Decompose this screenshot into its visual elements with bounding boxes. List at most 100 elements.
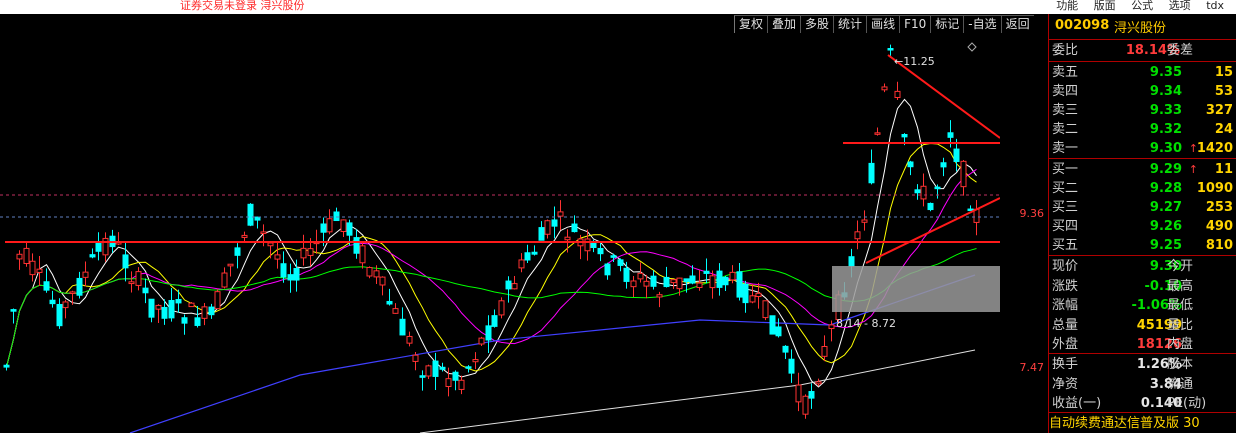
candle-body [491,315,498,327]
candle-body [551,219,558,227]
candle-body [425,365,432,377]
candle-body [274,254,281,260]
candle-body [95,241,102,252]
candle-body [782,345,789,353]
chart-toolbar: 复权 叠加 多股 统计 画线 F10 标记 -自选 返回 [734,15,1034,34]
menu-layout[interactable]: 版面 [1094,0,1116,12]
candle-body [175,299,182,304]
candle-body [128,281,135,285]
candle-body [155,304,162,310]
stock-code: 002098 [1055,18,1110,33]
ask-volume: 327 [1205,103,1233,118]
candle-body [788,358,795,374]
candle-body [604,263,611,276]
candle-body [557,211,564,217]
range-box[interactable] [832,266,1000,312]
candle-body [359,245,366,264]
candle-body [544,220,551,235]
ask-volume: 24 [1214,122,1233,137]
candle-body [914,189,921,194]
menu-formula[interactable]: 公式 [1131,0,1153,12]
stat-label: 涨幅 [1052,298,1079,313]
ask-row[interactable]: 卖五 9.35 15 [1049,63,1236,82]
candle-body [505,280,512,290]
candle-body [683,278,690,283]
panel-separator [1049,39,1236,40]
candle-body [940,162,947,168]
bid-price: 9.27 [1149,200,1182,215]
candle-body [445,378,452,388]
mark-button[interactable]: 标记 [930,15,964,33]
candle-body [188,302,195,308]
ask-price: 9.34 [1149,84,1182,99]
candle-body [208,306,215,316]
statistics-button[interactable]: 统计 [833,15,867,33]
ask-volume: 53 [1214,84,1233,99]
candle-body [10,309,17,312]
candlestick-chart[interactable]: ←11.25 8.14 - 8.72 [0,35,1000,433]
bid-volume: 253 [1205,200,1233,215]
f10-button[interactable]: F10 [899,15,931,33]
candle-body [326,218,333,233]
bid-label: 买三 [1052,200,1079,215]
quote-panel: 002098 浔兴股份 委比 18.14% 委差 卖五 9.35 15 卖四 9.34 5… [1049,14,1236,433]
candle-body [518,259,525,269]
candle-body [3,364,10,368]
stat2-label2: 流通 [1167,376,1194,392]
ma5-line [6,98,977,388]
candle-body [762,300,769,319]
candle-body [293,267,300,281]
candle-body [564,236,571,241]
bid-row[interactable]: 买一 9.29 11 ↑ [1049,160,1236,179]
stat-label: 外盘 [1052,337,1079,352]
candle-body [148,298,155,318]
candle-body [821,345,828,357]
ask-row[interactable]: 卖三 9.33 327 [1049,101,1236,120]
menu-function[interactable]: 功能 [1056,0,1078,12]
candle-body [709,275,716,289]
multi-stock-button[interactable]: 多股 [800,15,834,33]
candle-body [795,384,802,403]
ask-label: 卖一 [1052,141,1079,156]
candle-body [412,354,419,362]
draw-line-button[interactable]: 画线 [866,15,900,33]
bid-row[interactable]: 买三 9.27 253 [1049,198,1236,217]
candle-body [234,247,241,256]
menu-tdx[interactable]: tdx [1206,0,1224,12]
price-axis: 9.36 7.47 [1000,35,1048,433]
stat2-label2: PE(动) [1167,396,1207,411]
candle-body [478,337,485,345]
menu-options[interactable]: 选项 [1169,0,1191,12]
candle-body [947,132,954,138]
stat2-row: 换手 1.26% 股本 [1049,355,1236,374]
stat-row: 涨跌 -0.10 最高 [1049,277,1236,296]
bid-row[interactable]: 买二 9.28 1090 [1049,179,1236,198]
candle-body [379,276,386,286]
candle-body [56,303,63,327]
panel-separator [1049,412,1236,413]
login-status-text: 证券交易未登录 浔兴股份 [180,0,305,12]
weicha-label: 委差 [1167,43,1194,58]
candle-body [135,271,142,286]
diamond-icon[interactable] [967,42,977,52]
back-button[interactable]: 返回 [1000,15,1034,33]
ask-row[interactable]: 卖一 9.30 1420 ↑ [1049,139,1236,158]
stat2-label: 收益(一) [1052,396,1102,411]
candle-body [881,86,888,91]
ask-row[interactable]: 卖二 9.32 24 [1049,120,1236,139]
stat-row: 涨幅 -1.06% 最低 [1049,296,1236,315]
bid-label: 买二 [1052,181,1079,196]
remove-watchlist-button[interactable]: -自选 [963,15,1001,33]
candle-body [62,301,69,309]
bid-row[interactable]: 买四 9.26 490 [1049,217,1236,236]
ask-row[interactable]: 卖四 9.34 53 [1049,82,1236,101]
fuquan-button[interactable]: 复权 [734,15,768,33]
top-status-bar: 证券交易未登录 浔兴股份 功能 版面 公式 选项 tdx [0,0,1236,14]
candle-body [716,270,723,288]
stat2-label: 净资 [1052,376,1079,392]
overlay-button[interactable]: 叠加 [767,15,801,33]
candle-body [703,270,710,274]
bid-volume: 1090 [1196,181,1233,196]
bid-row[interactable]: 买五 9.25 810 [1049,236,1236,255]
candle-body [221,272,228,288]
